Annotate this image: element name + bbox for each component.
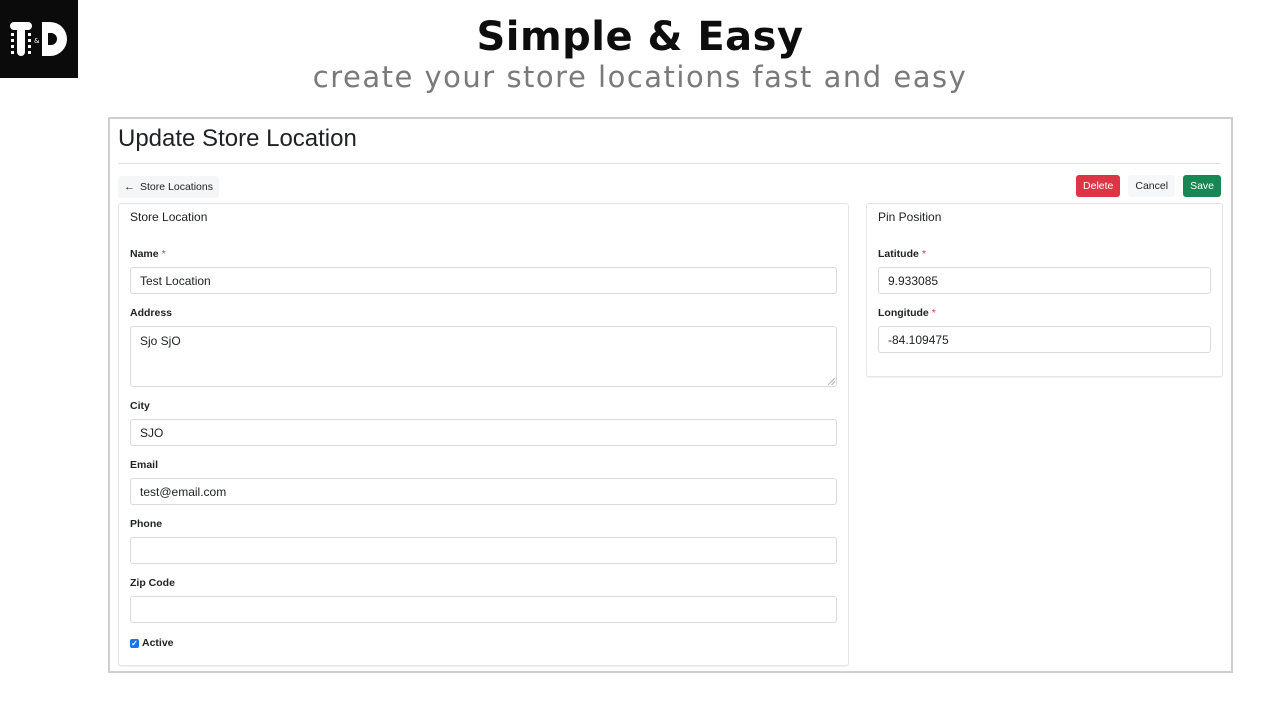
active-checkbox[interactable]: ✓ [130, 638, 139, 648]
card-title-pin-position: Pin Position [878, 210, 942, 224]
resize-handle-icon[interactable] [828, 378, 835, 385]
app-window: Update Store Location ← Store Locations … [108, 117, 1233, 673]
latitude-label: Latitude * [878, 248, 926, 260]
save-button[interactable]: Save [1183, 175, 1221, 197]
city-label: City [130, 400, 150, 412]
card-title-store-location: Store Location [130, 210, 208, 224]
name-label: Name * [130, 248, 166, 260]
phone-label: Phone [130, 518, 163, 530]
arrow-left-icon: ← [124, 181, 135, 193]
longitude-label: Longitude * [878, 307, 936, 319]
name-input[interactable]: Test Location [130, 267, 837, 294]
delete-button[interactable]: Delete [1076, 175, 1121, 197]
longitude-label-text: Longitude [878, 307, 929, 319]
email-input[interactable]: test@email.com [130, 478, 837, 505]
name-label-text: Name [130, 248, 159, 260]
email-label: Email [130, 459, 159, 471]
zip-code-input[interactable] [130, 596, 837, 623]
page-title: Update Store Location [118, 125, 357, 152]
required-marker: * [161, 248, 166, 260]
latitude-input[interactable]: 9.933085 [878, 267, 1211, 294]
pin-position-card: Pin Position Latitude * 9.933085 Longitud… [866, 203, 1223, 377]
longitude-input[interactable]: -84.109475 [878, 326, 1211, 353]
latitude-label-text: Latitude [878, 248, 919, 260]
active-toggle-row: ✓ Active [130, 637, 174, 649]
back-link-label: Store Locations [140, 181, 213, 193]
breadcrumb-back-link[interactable]: ← Store Locations [118, 176, 219, 198]
address-value: Sjo SjO [140, 334, 181, 348]
active-label: Active [142, 637, 174, 649]
phone-input[interactable] [130, 537, 837, 564]
zip-code-label: Zip Code [130, 577, 175, 589]
page-actions: Delete Cancel Save [1076, 175, 1221, 197]
city-input[interactable]: SJO [130, 419, 837, 446]
title-divider [118, 163, 1221, 164]
hero-subtitle: create your store locations fast and eas… [312, 60, 968, 94]
hero-title: Simple & Easy [476, 14, 804, 60]
store-location-card: Store Location Name * Test Location Addre… [118, 203, 849, 666]
cancel-button[interactable]: Cancel [1128, 175, 1176, 197]
required-marker: * [931, 307, 936, 319]
address-textarea[interactable]: Sjo SjO [130, 326, 837, 387]
required-marker: * [921, 248, 926, 260]
address-label: Address [130, 307, 173, 319]
